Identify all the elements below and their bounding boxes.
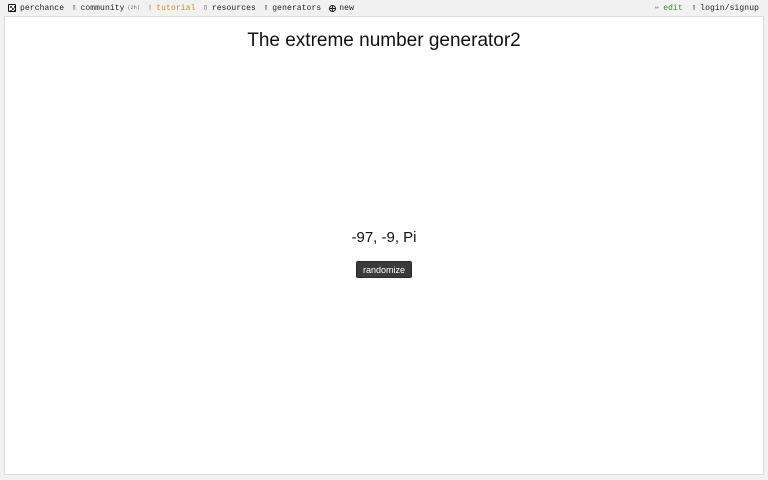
generator-title: The extreme number generator2 bbox=[247, 30, 521, 51]
nav-generators-link[interactable]: ▯ generators bbox=[264, 4, 321, 13]
nav-perchance-link[interactable]: perchance bbox=[8, 3, 65, 13]
nav-login-link[interactable]: ▯ login/signup bbox=[692, 4, 759, 13]
nav-edit-label: edit bbox=[663, 3, 683, 13]
globe-plus-icon bbox=[329, 4, 337, 12]
chat-icon: ▯ bbox=[72, 3, 77, 12]
user-icon: ▯ bbox=[691, 3, 697, 12]
nav-resources-label: resources bbox=[211, 3, 256, 13]
nav-tutorial-label: tutorial bbox=[156, 3, 196, 13]
generator-output: -97, -9, Pi bbox=[351, 229, 417, 246]
nav-right: ✏ edit ▯ login/signup bbox=[646, 0, 768, 16]
nav-resources-link[interactable]: ▯ resources bbox=[204, 4, 256, 13]
nav-new-label: new bbox=[339, 3, 354, 13]
nav-new-link[interactable]: new bbox=[329, 4, 354, 13]
folder-icon: ▯ bbox=[203, 3, 208, 12]
nav-left: perchance ▯ community (2h) ▯ tutorial ▯ … bbox=[0, 0, 362, 16]
pencil-icon: ✏ bbox=[654, 3, 660, 12]
nav-login-label: login/signup bbox=[700, 3, 759, 13]
die-icon bbox=[8, 3, 16, 12]
nav-generators-label: generators bbox=[272, 3, 322, 13]
list-icon: ▯ bbox=[263, 3, 269, 12]
top-nav-bar: perchance ▯ community (2h) ▯ tutorial ▯ … bbox=[0, 0, 768, 16]
community-activity-badge: (2h) bbox=[127, 5, 140, 11]
generator-frame: The extreme number generator2 -97, -9, P… bbox=[4, 16, 764, 475]
book-icon: ▯ bbox=[147, 3, 153, 12]
randomize-button[interactable]: randomize bbox=[356, 261, 412, 278]
nav-perchance-label: perchance bbox=[20, 3, 65, 13]
nav-tutorial-link[interactable]: ▯ tutorial bbox=[148, 4, 196, 13]
nav-community-link[interactable]: ▯ community (2h) bbox=[72, 4, 140, 13]
nav-community-label: community bbox=[80, 3, 125, 13]
nav-edit-link[interactable]: ✏ edit bbox=[655, 4, 683, 13]
